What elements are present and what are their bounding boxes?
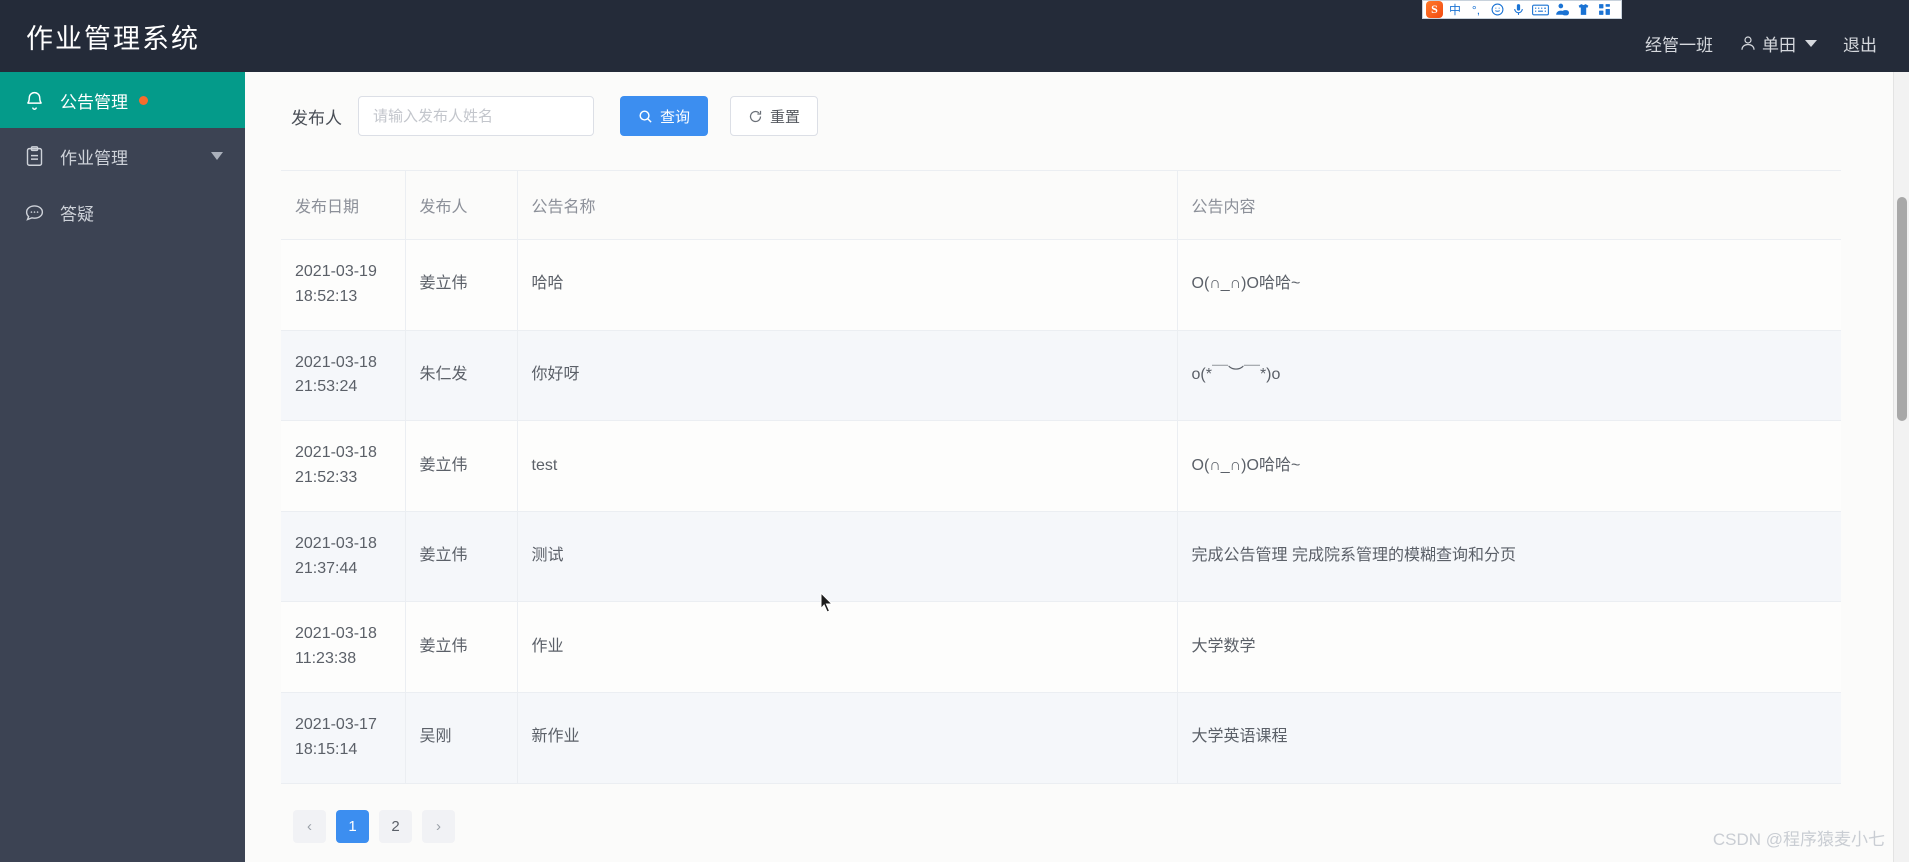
user-name-label: 单田 bbox=[1762, 35, 1796, 55]
table-row[interactable]: 2021-03-17 18:15:14 吴刚 新作业 大学英语课程 bbox=[281, 692, 1841, 784]
filter-toolbar: 发布人 查询 重置 bbox=[245, 72, 1909, 136]
ime-soft-keyboard-icon[interactable] bbox=[1530, 1, 1550, 18]
cell-author: 吴刚 bbox=[404, 692, 517, 784]
header-right-group: 经管一班 单田 退出 bbox=[1645, 31, 1909, 56]
cell-publish-date: 2021-03-18 21:37:44 bbox=[281, 511, 405, 603]
cell-author: 姜立伟 bbox=[404, 239, 517, 331]
pagination: ‹ 1 2 › bbox=[293, 809, 1909, 843]
search-button-label: 查询 bbox=[660, 108, 691, 126]
ime-punctuation-mode-button[interactable]: °, bbox=[1467, 1, 1485, 18]
chat-icon bbox=[22, 200, 46, 224]
cell-title: 你好呀 bbox=[516, 330, 1177, 422]
cell-publish-date: 2021-03-19 18:52:13 bbox=[281, 239, 405, 331]
table-body: 2021-03-19 18:52:13 姜立伟 哈哈 O(∩_∩)O哈哈~ 2021-0… bbox=[281, 239, 1841, 784]
ime-voice-input-icon[interactable] bbox=[1509, 1, 1527, 18]
column-header-title: 公告名称 bbox=[516, 170, 1177, 240]
cell-content: O(∩_∩)O哈哈~ bbox=[1176, 420, 1841, 512]
mouse-cursor bbox=[820, 591, 834, 618]
sidebar-item-announcement[interactable]: 公告管理 bbox=[0, 72, 245, 128]
pagination-page-2[interactable]: 2 bbox=[379, 809, 412, 843]
sidebar: 公告管理 作业管理 答疑 bbox=[0, 72, 245, 862]
notification-dot-badge bbox=[139, 95, 148, 105]
cell-author: 姜立伟 bbox=[404, 601, 517, 693]
user-menu[interactable]: 单田 bbox=[1739, 31, 1817, 56]
search-icon bbox=[638, 109, 653, 124]
ime-language-mode-button[interactable]: 中 bbox=[1446, 1, 1464, 18]
ime-shirt-icon[interactable] bbox=[1574, 1, 1592, 18]
cell-title: 哈哈 bbox=[516, 239, 1177, 331]
cell-title: 测试 bbox=[516, 511, 1177, 603]
cell-publish-date: 2021-03-18 21:53:24 bbox=[281, 330, 405, 422]
cell-author: 朱仁发 bbox=[404, 330, 517, 422]
table-row[interactable]: 2021-03-18 21:52:33 姜立伟 test O(∩_∩)O哈哈~ bbox=[281, 420, 1841, 512]
column-header-content: 公告内容 bbox=[1176, 170, 1841, 240]
cell-content: 大学数学 bbox=[1176, 601, 1841, 693]
cell-author: 姜立伟 bbox=[404, 511, 517, 603]
publisher-search-input[interactable] bbox=[358, 96, 594, 136]
sidebar-item-label: 答疑 bbox=[60, 204, 94, 224]
table-row[interactable]: 2021-03-18 11:23:38 姜立伟 作业 大学数学 bbox=[281, 601, 1841, 693]
cell-title: test bbox=[516, 420, 1177, 512]
ime-user-badge-icon[interactable] bbox=[1553, 1, 1571, 18]
sidebar-item-qa[interactable]: 答疑 bbox=[0, 184, 245, 240]
pagination-page-1[interactable]: 1 bbox=[336, 809, 369, 843]
cell-title: 新作业 bbox=[516, 692, 1177, 784]
top-header: 作业管理系统 经管一班 单田 退出 bbox=[0, 0, 1909, 72]
ime-toolbar[interactable]: S 中 °, bbox=[1422, 0, 1622, 19]
column-header-date: 发布日期 bbox=[281, 170, 405, 240]
sidebar-item-label: 作业管理 bbox=[60, 148, 128, 168]
cell-publish-date: 2021-03-18 11:23:38 bbox=[281, 601, 405, 693]
reset-button-label: 重置 bbox=[770, 108, 801, 126]
search-button[interactable]: 查询 bbox=[620, 96, 709, 136]
publisher-filter-label: 发布人 bbox=[291, 108, 342, 128]
cell-author: 姜立伟 bbox=[404, 420, 517, 512]
refresh-icon bbox=[748, 109, 763, 124]
ime-emoji-panel-icon[interactable] bbox=[1488, 1, 1506, 18]
chevron-down-icon bbox=[1805, 39, 1817, 47]
cell-title: 作业 bbox=[516, 601, 1177, 693]
cell-content: 大学英语课程 bbox=[1176, 692, 1841, 784]
sidebar-item-homework[interactable]: 作业管理 bbox=[0, 128, 245, 184]
pagination-next-button[interactable]: › bbox=[422, 809, 455, 843]
table-header-row: 发布日期 发布人 公告名称 公告内容 bbox=[281, 170, 1841, 240]
column-header-author: 发布人 bbox=[404, 170, 517, 240]
table-row[interactable]: 2021-03-18 21:53:24 朱仁发 你好呀 o(*￣︶￣*)o bbox=[281, 330, 1841, 422]
table-row[interactable]: 2021-03-18 21:37:44 姜立伟 测试 完成公告管理 完成院系管理的模糊… bbox=[281, 511, 1841, 603]
clipboard-icon bbox=[22, 144, 46, 168]
app-title: 作业管理系统 bbox=[26, 23, 200, 54]
ime-grid-icon[interactable] bbox=[1595, 1, 1613, 18]
vertical-scrollbar-thumb[interactable] bbox=[1897, 197, 1907, 421]
cell-content: O(∩_∩)O哈哈~ bbox=[1176, 239, 1841, 331]
app-root: 作业管理系统 经管一班 单田 退出 S 中 °, 公告管理 作业管理 答疑 发布… bbox=[0, 0, 1909, 862]
table-row[interactable]: 2021-03-19 18:52:13 姜立伟 哈哈 O(∩_∩)O哈哈~ bbox=[281, 239, 1841, 331]
user-outline-icon bbox=[1739, 34, 1757, 52]
bell-icon bbox=[22, 88, 46, 112]
sidebar-item-label: 公告管理 bbox=[60, 92, 128, 112]
table-header: 发布日期 发布人 公告名称 公告内容 bbox=[281, 170, 1841, 240]
class-name-label: 经管一班 bbox=[1645, 35, 1713, 55]
chevron-down-icon bbox=[211, 152, 223, 160]
reset-button[interactable]: 重置 bbox=[730, 96, 819, 136]
sogou-logo-icon[interactable]: S bbox=[1426, 1, 1443, 18]
logout-button[interactable]: 退出 bbox=[1843, 31, 1877, 56]
pagination-prev-button[interactable]: ‹ bbox=[293, 809, 326, 843]
vertical-scrollbar-track[interactable] bbox=[1893, 72, 1909, 862]
main-content: 发布人 查询 重置 bbox=[245, 72, 1909, 862]
cell-publish-date: 2021-03-18 21:52:33 bbox=[281, 420, 405, 512]
announcement-table-container: 发布日期 发布人 公告名称 公告内容 2021-03-19 18:52:13 姜立… bbox=[281, 170, 1841, 784]
cell-content: o(*￣︶￣*)o bbox=[1176, 330, 1841, 422]
cell-content: 完成公告管理 完成院系管理的模糊查询和分页 bbox=[1176, 511, 1841, 603]
watermark-label: CSDN @程序猿麦小七 bbox=[1712, 830, 1885, 849]
announcement-table: 发布日期 发布人 公告名称 公告内容 2021-03-19 18:52:13 姜立… bbox=[281, 170, 1841, 784]
cell-publish-date: 2021-03-17 18:15:14 bbox=[281, 692, 405, 784]
